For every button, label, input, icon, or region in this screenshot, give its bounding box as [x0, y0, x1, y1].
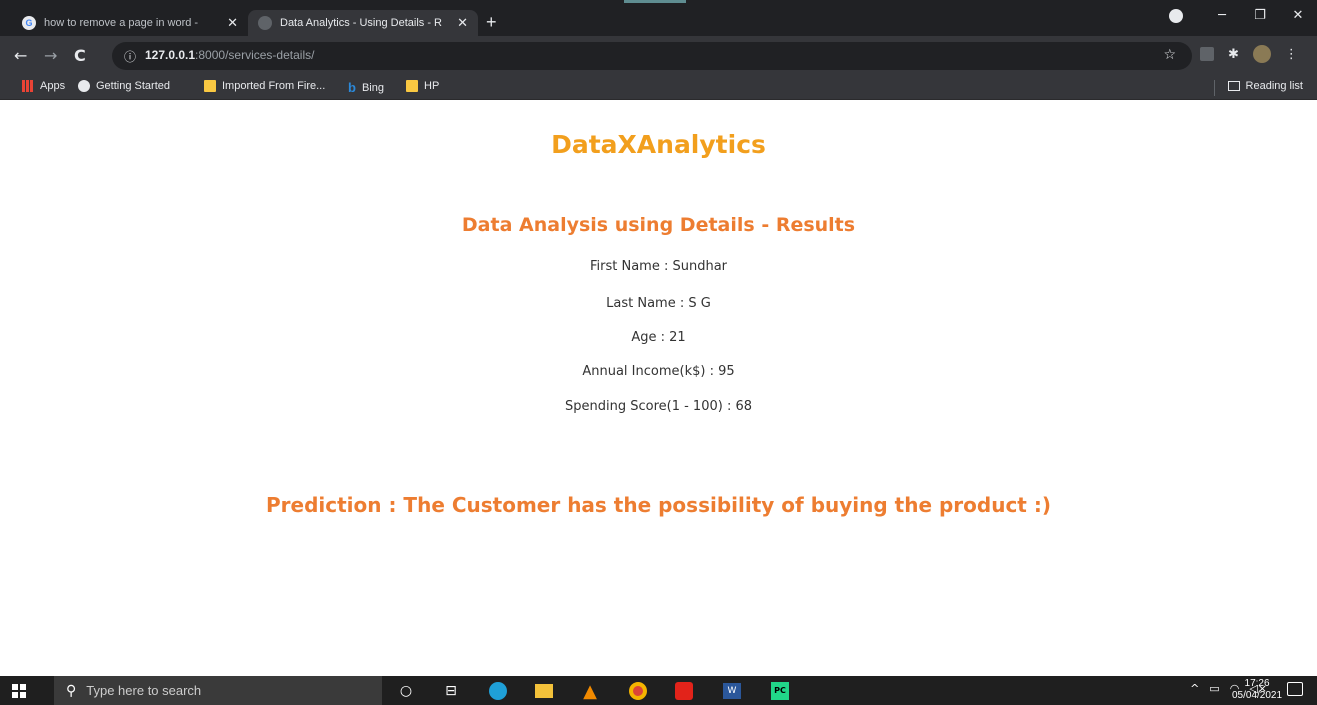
back-arrow-icon[interactable]: ← — [14, 46, 27, 65]
word-icon[interactable]: W — [722, 681, 742, 701]
edge-icon[interactable] — [488, 681, 508, 701]
bookmarks-bar: Apps Getting Started Imported From Fire.… — [0, 76, 1317, 100]
last-name-value: Last Name : S G — [606, 296, 711, 311]
close-window-icon[interactable]: ✕ — [1279, 8, 1317, 23]
bookmark-bing[interactable]: b Bing — [348, 80, 384, 95]
notification-icon[interactable] — [1287, 682, 1303, 696]
tab-title: how to remove a page in word - — [44, 17, 199, 29]
folder-icon — [204, 80, 216, 92]
results-heading: Data Analysis using Details - Results — [461, 214, 856, 236]
tab-active[interactable]: Data Analytics - Using Details - R ✕ — [248, 10, 478, 36]
browser-toolbar: ← → C ⓘ 127.0.0.1:8000/services-details/… — [0, 36, 1317, 76]
chevron-up-icon[interactable]: ^ — [1190, 682, 1199, 695]
file-explorer-icon[interactable] — [534, 681, 554, 701]
bookmarks-divider — [1214, 80, 1215, 96]
new-tab-button[interactable]: + — [486, 12, 497, 33]
spending-score-value: Spending Score(1 - 100) : 68 — [564, 399, 752, 414]
browser-tab-strip: G how to remove a page in word - ✕ Data … — [0, 0, 1317, 36]
close-tab-icon[interactable]: ✕ — [457, 15, 468, 31]
window-drag-indicator — [624, 0, 686, 3]
search-placeholder: Type here to search — [86, 683, 202, 698]
site-title: DataXAnalytics — [551, 130, 766, 159]
battery-icon[interactable]: ▭ — [1209, 682, 1219, 695]
apps-icon — [22, 80, 34, 92]
pycharm-icon[interactable]: PC — [770, 681, 790, 701]
bing-icon: b — [348, 80, 356, 95]
task-view-icon[interactable]: ⊟ — [441, 681, 461, 701]
restore-icon[interactable]: ❐ — [1241, 8, 1279, 23]
profile-avatar[interactable] — [1252, 45, 1271, 63]
age-value: Age : 21 — [631, 330, 686, 345]
address-bar[interactable]: ⓘ 127.0.0.1:8000/services-details/ ☆ — [112, 42, 1192, 70]
prediction-text: Prediction : The Customer has the possib… — [266, 493, 1051, 517]
globe-icon — [78, 80, 90, 92]
windows-start-icon[interactable] — [12, 684, 26, 698]
menu-kebab-icon[interactable]: ⋮ — [1285, 47, 1298, 62]
cortana-icon[interactable]: ○ — [396, 681, 416, 701]
globe-icon — [258, 16, 272, 30]
page-content: DataXAnalytics Data Analysis using Detai… — [0, 100, 1317, 676]
bookmark-imported[interactable]: Imported From Fire... — [204, 80, 325, 92]
annual-income-value: Annual Income(k$) : 95 — [582, 364, 735, 379]
windows-taskbar: ⚲ Type here to search ○ ⊟ ▲ W PC ^ ▭ ◠ ◁… — [0, 676, 1317, 705]
url-text[interactable]: 127.0.0.1:8000/services-details/ — [145, 48, 314, 62]
reload-icon[interactable]: C — [74, 46, 86, 65]
forward-arrow-icon[interactable]: → — [44, 46, 57, 65]
extension-icons: ✱ ⋮ — [1200, 45, 1298, 63]
google-icon: G — [22, 16, 36, 30]
bookmark-hp[interactable]: HP — [406, 80, 439, 92]
taskbar-search-box[interactable]: ⚲ Type here to search — [54, 676, 382, 705]
extension-icon[interactable] — [1200, 47, 1214, 61]
tab-title: Data Analytics - Using Details - R — [280, 17, 442, 29]
search-icon: ⚲ — [66, 682, 77, 699]
bookmark-star-icon[interactable]: ☆ — [1163, 47, 1176, 63]
chrome-icon[interactable] — [628, 681, 648, 701]
first-name-value: First Name : Sundhar — [589, 259, 728, 274]
window-controls: ─ ❐ ✕ — [1169, 8, 1317, 23]
tab-inactive[interactable]: G how to remove a page in word - ✕ — [12, 10, 248, 36]
acrobat-icon[interactable] — [674, 681, 694, 701]
reading-list-button[interactable]: Reading list — [1227, 80, 1303, 92]
system-clock[interactable]: 17:26 05/04/2021 — [1232, 678, 1282, 702]
extensions-puzzle-icon[interactable]: ✱ — [1228, 47, 1239, 62]
site-info-icon[interactable]: ⓘ — [124, 48, 136, 65]
bookmark-apps[interactable]: Apps — [22, 80, 65, 92]
tab-search-icon[interactable] — [1169, 8, 1183, 23]
bookmark-getting-started[interactable]: Getting Started — [78, 80, 170, 92]
folder-icon — [406, 80, 418, 92]
minimize-icon[interactable]: ─ — [1203, 8, 1241, 23]
close-tab-icon[interactable]: ✕ — [227, 15, 238, 31]
reading-list-icon — [1227, 81, 1240, 91]
vlc-icon[interactable]: ▲ — [580, 681, 600, 702]
